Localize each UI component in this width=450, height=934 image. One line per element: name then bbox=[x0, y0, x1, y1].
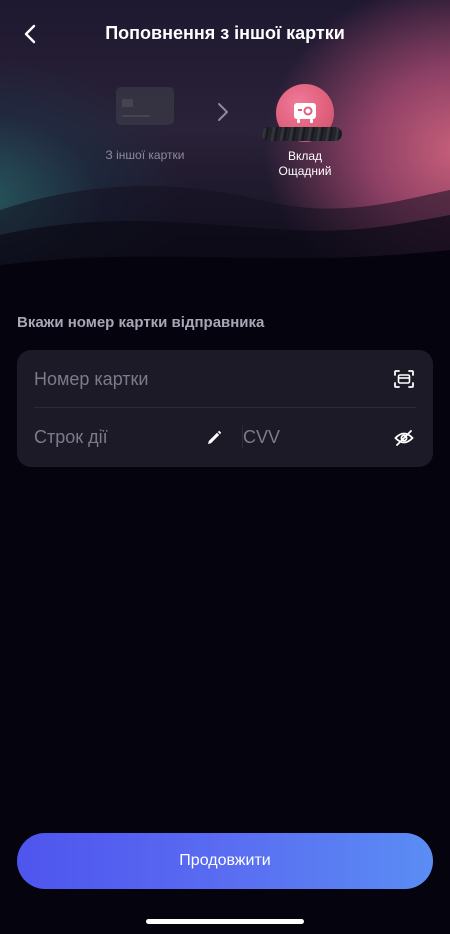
toggle-cvv-visibility-button[interactable] bbox=[392, 426, 416, 450]
eye-off-icon bbox=[394, 430, 414, 446]
masked-account-number bbox=[262, 127, 342, 141]
card-icon bbox=[116, 87, 174, 125]
source-label: З іншої картки bbox=[105, 148, 185, 162]
back-button[interactable] bbox=[14, 18, 46, 50]
safe-icon bbox=[294, 103, 316, 123]
destination-label-line1: Вклад bbox=[287, 149, 323, 163]
cvv-placeholder: CVV bbox=[243, 427, 281, 447]
card-number-field[interactable]: Номер картки bbox=[34, 350, 416, 408]
section-title: Вкажи номер картки відправника bbox=[17, 314, 265, 331]
app-header: Поповнення з іншої картки bbox=[0, 14, 450, 54]
scan-card-icon bbox=[394, 370, 414, 388]
page-title: Поповнення з іншої картки bbox=[105, 23, 345, 43]
chevron-right-icon bbox=[218, 103, 228, 121]
transfer-flow: З іншої картки Вклад Ощадний bbox=[0, 80, 450, 190]
continue-button[interactable]: Продовжити bbox=[17, 833, 433, 889]
pencil-icon bbox=[208, 430, 222, 444]
scan-button[interactable] bbox=[392, 367, 416, 391]
cvv-field[interactable]: CVV bbox=[243, 409, 416, 467]
expiry-field[interactable]: Строк дії bbox=[34, 409, 224, 467]
card-number-placeholder: Номер картки bbox=[34, 369, 149, 389]
chevron-left-icon bbox=[24, 24, 36, 44]
home-indicator[interactable] bbox=[146, 919, 304, 924]
card-form: Номер картки Строк дії CVV bbox=[17, 350, 433, 467]
destination-label-line2: Ощадний bbox=[278, 164, 332, 178]
expiry-placeholder: Строк дії bbox=[34, 427, 108, 447]
edit-expiry-button[interactable] bbox=[202, 426, 226, 450]
destination-label: Вклад Ощадний bbox=[258, 149, 352, 179]
